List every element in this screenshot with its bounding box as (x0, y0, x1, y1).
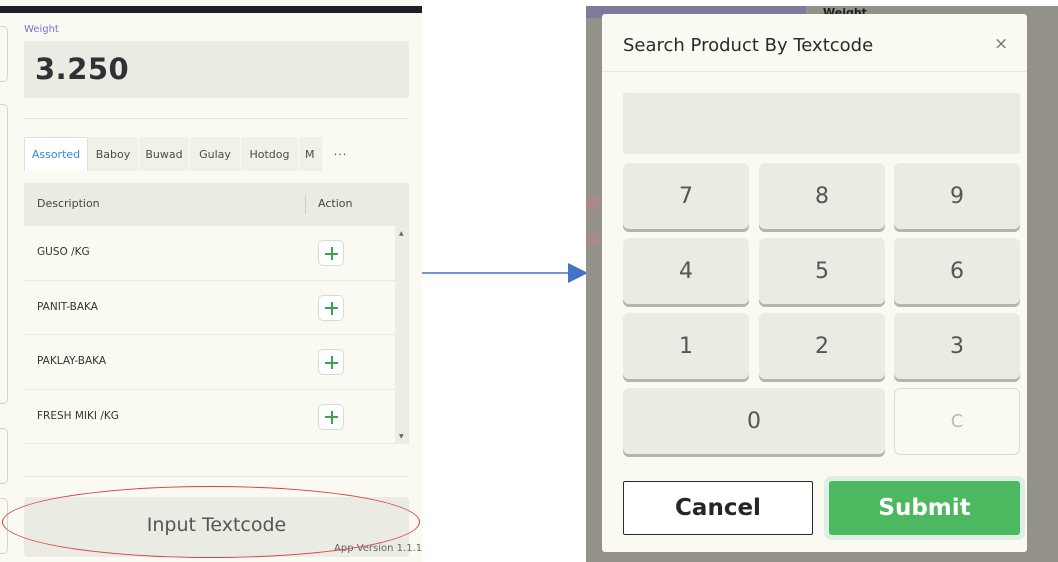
pos-product-panel: Weight 3.250 Assorted Baboy Buwad Gulay … (0, 0, 422, 562)
key-6[interactable]: 6 (894, 238, 1020, 304)
category-tabs: Assorted Baboy Buwad Gulay Hotdog M ··· (24, 137, 409, 171)
column-divider (305, 195, 306, 214)
list-scrollbar[interactable]: ▲ ▼ (395, 226, 409, 444)
key-1[interactable]: 1 (623, 313, 749, 379)
textcode-input[interactable] (623, 93, 1020, 154)
submit-button[interactable]: Submit (829, 481, 1020, 535)
scroll-up-icon[interactable]: ▲ (399, 230, 404, 237)
key-3[interactable]: 3 (894, 313, 1020, 379)
tab-m[interactable]: M (299, 137, 323, 171)
screenshot-composite: Weight 3.250 Assorted Baboy Buwad Gulay … (0, 0, 1058, 562)
side-edge (0, 498, 8, 554)
product-description: PANIT-BAKA (37, 300, 98, 313)
key-9[interactable]: 9 (894, 163, 1020, 229)
table-row: PANIT-BAKA (24, 281, 396, 335)
divider (24, 476, 409, 477)
product-description: GUSO /KG (37, 246, 90, 258)
side-edge (0, 428, 8, 484)
tab-gulay[interactable]: Gulay (190, 137, 241, 171)
flow-arrow-icon (422, 263, 588, 283)
tab-buwad[interactable]: Buwad (139, 137, 190, 171)
divider (24, 118, 409, 119)
add-product-button[interactable] (318, 403, 344, 430)
search-product-dialog: Search Product By Textcode × 7 8 9 4 5 6… (602, 14, 1027, 552)
key-0[interactable]: 0 (623, 388, 885, 454)
add-product-button[interactable] (318, 294, 344, 321)
divider (602, 71, 1027, 72)
search-modal-screen: Weight Search Product By Textcode × 7 8 … (586, 6, 1058, 562)
product-description: PAKLAY-BAKA (37, 355, 107, 367)
key-5[interactable]: 5 (759, 238, 885, 304)
top-bar (0, 6, 422, 13)
scroll-down-icon[interactable]: ▼ (399, 433, 404, 440)
key-2[interactable]: 2 (759, 313, 885, 379)
close-icon[interactable]: × (994, 34, 1008, 54)
background-mark (586, 196, 600, 210)
weight-label: Weight (24, 24, 59, 35)
add-product-button[interactable] (318, 240, 344, 266)
table-header: Description Action (24, 183, 409, 226)
weight-display: 3.250 (24, 41, 409, 98)
background-mark (586, 234, 600, 244)
add-product-button[interactable] (318, 349, 344, 375)
weight-value: 3.250 (35, 52, 130, 86)
cancel-button[interactable]: Cancel (623, 481, 813, 535)
input-textcode-label: Input Textcode (146, 514, 287, 536)
tabs-more-button[interactable]: ··· (323, 137, 359, 171)
product-description: FRESH MIKI /KG (37, 409, 119, 422)
key-8[interactable]: 8 (759, 163, 885, 229)
column-description: Description (37, 197, 100, 210)
key-clear[interactable]: C (894, 388, 1020, 455)
key-7[interactable]: 7 (623, 163, 749, 229)
tab-baboy[interactable]: Baboy (88, 137, 139, 171)
key-4[interactable]: 4 (623, 238, 749, 304)
tab-hotdog[interactable]: Hotdog (241, 137, 299, 171)
app-version: App Version 1.1.1 (334, 543, 422, 554)
table-row: PAKLAY-BAKA (24, 335, 396, 390)
product-list: GUSO /KG PANIT-BAKA PAKLAY-BAKA FRESH MI… (24, 226, 396, 444)
table-row: GUSO /KG (24, 226, 396, 281)
side-edge (0, 104, 8, 404)
table-row: FRESH MIKI /KG (24, 390, 396, 444)
column-action: Action (318, 197, 353, 210)
dialog-title: Search Product By Textcode (623, 35, 874, 56)
tab-assorted[interactable]: Assorted (24, 137, 88, 171)
side-edge (0, 26, 8, 82)
